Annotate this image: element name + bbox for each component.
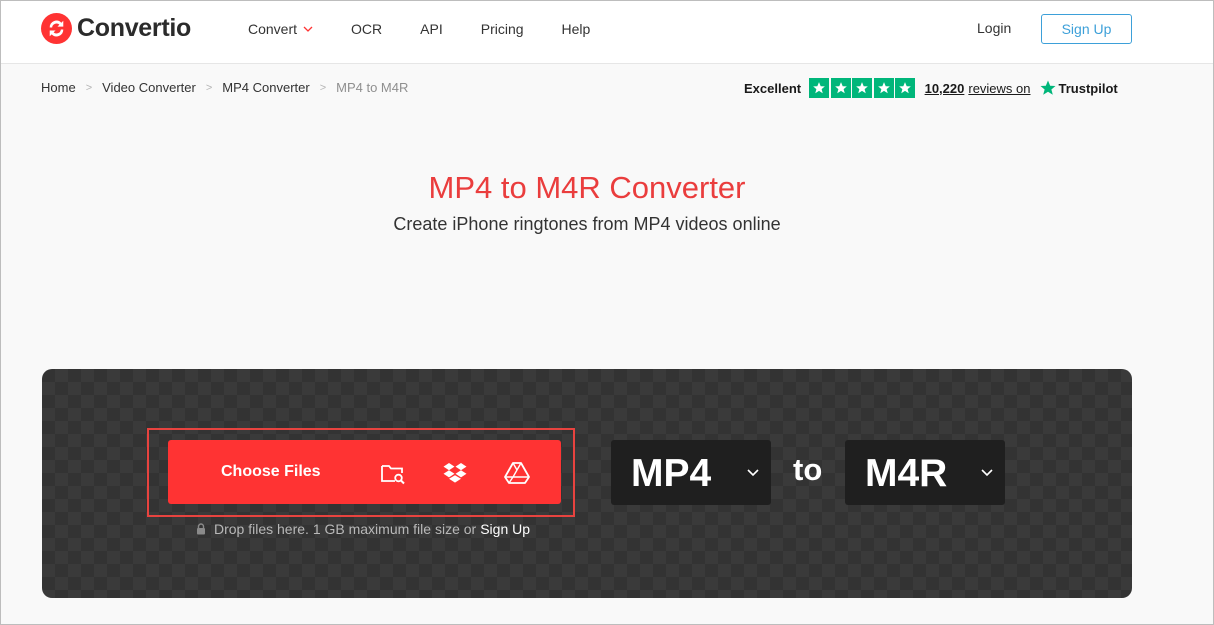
breadcrumb-video-converter[interactable]: Video Converter xyxy=(102,80,196,95)
choose-files-button[interactable]: Choose Files xyxy=(168,440,561,504)
trustpilot-brand: Trustpilot xyxy=(1058,80,1118,96)
nav-help[interactable]: Help xyxy=(562,21,591,37)
nav-ocr[interactable]: OCR xyxy=(351,21,382,37)
dropbox-icon[interactable] xyxy=(442,460,468,486)
to-format-select[interactable]: M4R xyxy=(845,440,1005,505)
nav-api[interactable]: API xyxy=(420,21,443,37)
logo[interactable]: Convertio xyxy=(41,13,191,44)
nav-convert[interactable]: Convert xyxy=(248,21,313,37)
convertio-logo-icon xyxy=(41,13,72,44)
trust-rating-label: Excellent xyxy=(744,80,802,96)
breadcrumb-separator-icon: > xyxy=(205,81,213,94)
folder-search-icon[interactable] xyxy=(380,460,406,486)
to-label: to xyxy=(793,452,823,487)
chevron-down-icon xyxy=(747,469,759,477)
trustpilot-widget[interactable]: Excellent 10,220 reviews on Trustpilot xyxy=(744,78,1118,98)
signup-button[interactable]: Sign Up xyxy=(1041,14,1132,44)
nav-help-label: Help xyxy=(561,20,591,37)
drop-hint: Drop files here. 1 GB maximum file size … xyxy=(196,521,530,537)
star-icon xyxy=(895,78,916,98)
breadcrumb-separator-icon: > xyxy=(319,81,327,94)
trust-stars xyxy=(809,78,917,98)
reviews-text[interactable]: reviews on xyxy=(968,81,1030,96)
chevron-down-icon xyxy=(981,469,993,477)
breadcrumb-separator-icon: > xyxy=(85,81,93,94)
login-link[interactable]: Login xyxy=(977,20,1011,36)
nav-convert-label: Convert xyxy=(248,20,298,37)
star-icon xyxy=(830,78,851,98)
breadcrumb: Home > Video Converter > MP4 Converter >… xyxy=(41,80,408,95)
main-nav: Convert OCR API Pricing Help xyxy=(248,1,628,56)
nav-api-label: API xyxy=(420,20,443,37)
logo-text: Convertio xyxy=(77,14,191,42)
choose-files-label: Choose Files xyxy=(221,463,321,480)
drop-signup-link[interactable]: Sign Up xyxy=(480,521,530,537)
star-icon xyxy=(873,78,894,98)
lock-icon xyxy=(197,523,205,535)
top-header: Convertio Convert OCR API Pricing Help L… xyxy=(1,1,1213,64)
from-format-label: MP4 xyxy=(631,452,712,495)
breadcrumb-current: MP4 to M4R xyxy=(336,80,409,95)
google-drive-icon[interactable] xyxy=(504,460,530,486)
trustpilot-star-icon xyxy=(1040,80,1055,95)
breadcrumb-mp4-converter[interactable]: MP4 Converter xyxy=(222,80,309,95)
star-icon xyxy=(809,78,830,98)
reviews-count[interactable]: 10,220 xyxy=(925,81,965,96)
nav-pricing[interactable]: Pricing xyxy=(481,21,524,37)
chevron-down-icon xyxy=(303,26,313,32)
trustpilot-logo[interactable]: Trustpilot xyxy=(1039,79,1118,97)
nav-pricing-label: Pricing xyxy=(480,20,524,37)
breadcrumb-home[interactable]: Home xyxy=(41,80,76,95)
drop-text: Drop files here. 1 GB maximum file size … xyxy=(214,521,477,537)
from-format-select[interactable]: MP4 xyxy=(611,440,771,505)
star-icon xyxy=(852,78,873,98)
nav-ocr-label: OCR xyxy=(351,20,383,37)
page-subtitle: Create iPhone ringtones from MP4 videos … xyxy=(393,214,781,234)
to-format-label: M4R xyxy=(865,452,948,495)
page-title: MP4 to M4R Converter xyxy=(428,170,746,205)
